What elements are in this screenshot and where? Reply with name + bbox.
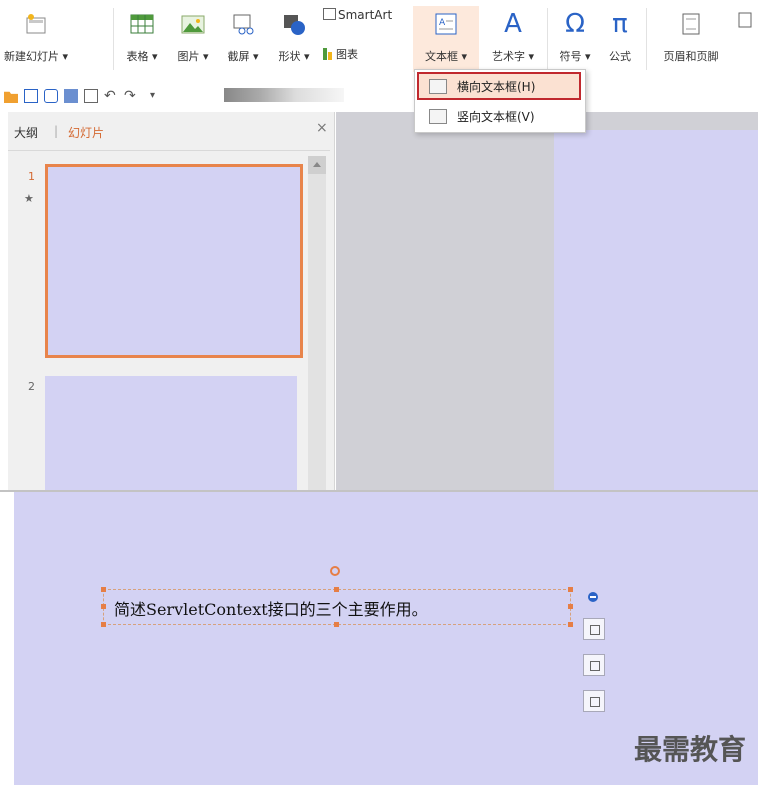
horizontal-textbox-label: 横向文本框(H): [457, 80, 536, 94]
header-footer-button[interactable]: 页眉和页脚: [652, 6, 730, 72]
textbox-label: 文本框: [424, 50, 458, 63]
new-slide-icon: [26, 14, 46, 34]
selected-textbox[interactable]: 简述ServletContext接口的三个主要作用。: [101, 587, 573, 627]
textbox-dropdown-menu: 横向文本框(H) 竖向文本框(V): [414, 69, 586, 133]
document-tab-blurred[interactable]: [224, 88, 344, 102]
ribbon-divider: [646, 8, 647, 70]
textbox-button[interactable]: A 文本框 ▾: [413, 6, 479, 72]
slide-thumbnail-2[interactable]: [45, 376, 297, 496]
print-icon[interactable]: [64, 89, 78, 103]
preview-icon[interactable]: [84, 89, 98, 103]
scissors-icon: [233, 14, 254, 35]
more-button[interactable]: [736, 10, 754, 70]
shape-button[interactable]: 形状 ▾: [270, 6, 318, 72]
resize-handle[interactable]: [101, 587, 106, 592]
picture-icon: [181, 15, 205, 34]
panel-divider: [8, 150, 330, 151]
vertical-textbox-icon: [429, 109, 447, 124]
chart-button[interactable]: 图表: [323, 46, 383, 62]
ribbon: 新建幻灯片 ▾ 表格 ▾ 图片 ▾ 截屏 ▾ 形状 ▾ SmartArt 图表 …: [0, 0, 758, 80]
export-icon[interactable]: [44, 89, 58, 103]
collapse-toolbar-icon[interactable]: [588, 592, 598, 602]
chart-icon: [323, 48, 327, 60]
scroll-up-icon[interactable]: [308, 156, 326, 174]
tab-separator: |: [54, 124, 59, 138]
resize-handle[interactable]: [568, 604, 573, 609]
undo-icon[interactable]: ↶: [104, 89, 118, 103]
symbol-button[interactable]: Ω 符号 ▾: [552, 6, 598, 72]
slides-panel: 大纲 | 幻灯片 × 1 ★ 2: [8, 112, 335, 496]
save-icon[interactable]: [24, 89, 38, 103]
ribbon-divider: [547, 8, 548, 70]
screenshot-label: 截屏: [227, 50, 250, 63]
horizontal-textbox-icon: [429, 79, 447, 94]
watermark-logo: 最需教育: [633, 733, 746, 766]
shape-label: 形状: [278, 50, 301, 63]
menu-item-vertical-textbox[interactable]: 竖向文本框(V): [419, 104, 579, 128]
panel-scrollbar[interactable]: [308, 156, 326, 490]
smartart-button[interactable]: SmartArt: [323, 8, 409, 28]
chart-label: 图表: [336, 48, 358, 61]
resize-handle[interactable]: [568, 587, 573, 592]
omega-icon: Ω: [565, 9, 585, 39]
slide-thumbnail-1[interactable]: [45, 164, 303, 358]
tab-outline[interactable]: 大纲: [14, 124, 38, 141]
animation-star-icon: ★: [24, 192, 34, 205]
fill-tool-icon[interactable]: [583, 654, 605, 676]
slide-number-1: 1: [28, 170, 35, 183]
picture-label: 图片: [177, 50, 200, 63]
picture-button[interactable]: 图片 ▾: [170, 6, 216, 72]
table-icon: [130, 14, 154, 34]
wordart-icon: A: [504, 9, 522, 39]
shape-icon: [284, 15, 305, 35]
editing-workspace: [336, 112, 758, 490]
smartart-label: SmartArt: [338, 8, 393, 22]
table-label: 表格: [126, 50, 149, 63]
formula-button[interactable]: π 公式: [600, 6, 640, 72]
ribbon-divider: [113, 8, 114, 70]
open-folder-icon[interactable]: [4, 91, 18, 103]
table-button[interactable]: 表格 ▾: [119, 6, 165, 72]
resize-handle[interactable]: [568, 622, 573, 627]
smartart-icon: [323, 8, 336, 20]
overflow-icon: [738, 12, 752, 28]
menu-item-horizontal-textbox[interactable]: 横向文本框(H): [417, 72, 581, 100]
textbox-content[interactable]: 简述ServletContext接口的三个主要作用。: [114, 596, 428, 620]
svg-text:A: A: [439, 18, 446, 28]
resize-handle[interactable]: [334, 622, 339, 627]
outline-tool-icon[interactable]: [583, 690, 605, 712]
new-slide-button[interactable]: 新建幻灯片 ▾: [4, 6, 68, 72]
edit-shape-tool-icon[interactable]: [583, 618, 605, 640]
rotate-handle-icon[interactable]: [330, 566, 340, 576]
resize-handle[interactable]: [101, 604, 106, 609]
wordart-button[interactable]: A 艺术字 ▾: [483, 6, 543, 72]
new-slide-label: 新建幻灯片: [4, 50, 59, 63]
vertical-textbox-label: 竖向文本框(V): [457, 110, 535, 124]
resize-handle[interactable]: [334, 587, 339, 592]
resize-handle[interactable]: [101, 622, 106, 627]
close-icon[interactable]: ×: [316, 120, 328, 136]
pi-icon: π: [612, 9, 628, 39]
screenshot-button[interactable]: 截屏 ▾: [220, 6, 266, 72]
formula-label: 公式: [609, 50, 631, 63]
wordart-label: 艺术字: [491, 50, 525, 63]
document-icon: [682, 13, 700, 35]
textbox-icon: A: [435, 13, 457, 35]
redo-icon[interactable]: ↷: [124, 89, 138, 103]
slide-edge: [554, 130, 758, 490]
header-footer-label: 页眉和页脚: [663, 50, 719, 63]
slide-number-2: 2: [28, 380, 35, 393]
symbol-label: 符号: [559, 50, 582, 63]
customize-dropdown-icon[interactable]: ▾: [150, 89, 164, 103]
tab-slides[interactable]: 幻灯片: [68, 124, 104, 141]
quick-access-toolbar: ↶ ↷ ▾: [0, 80, 758, 112]
